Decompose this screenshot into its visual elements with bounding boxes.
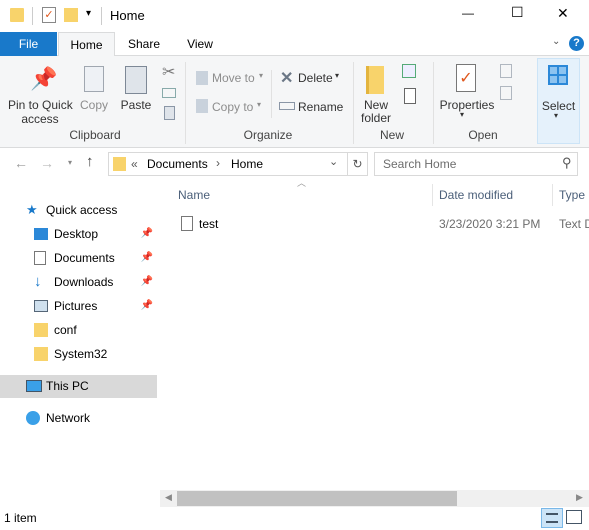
nav-system32[interactable]: System32 [0, 343, 157, 365]
text-file-icon [181, 216, 193, 231]
edit-icon[interactable] [500, 86, 512, 100]
copy-path-icon[interactable] [162, 88, 176, 98]
nav-network[interactable]: Network [0, 407, 157, 429]
move-to-button[interactable]: Move to [212, 71, 255, 85]
search-icon: ⚲ [562, 155, 572, 170]
nav-pictures[interactable]: Pictures 📌 [0, 295, 157, 317]
pin-icon: 📌 [140, 228, 153, 239]
search-input[interactable]: Search Home [374, 152, 578, 176]
address-dropdown-icon[interactable]: ⌄ [329, 155, 338, 168]
group-clipboard: Clipboard [69, 128, 121, 142]
folder-icon [34, 347, 48, 361]
pin-icon: 📌 [30, 66, 58, 91]
details-view-button[interactable] [541, 508, 563, 528]
title-bar: ✓ ▾ Home — ☐ ✕ [0, 0, 589, 32]
folder-icon [113, 157, 126, 171]
rename-button[interactable]: Rename [298, 100, 343, 114]
properties-icon: ✓ [456, 64, 476, 92]
tab-home[interactable]: Home [58, 32, 115, 57]
back-button[interactable]: ← [14, 155, 28, 171]
paste-shortcut-icon[interactable] [164, 106, 175, 120]
pictures-icon [34, 300, 48, 312]
star-icon: ★ [26, 202, 38, 217]
copy-icon [84, 66, 104, 92]
pin-icon: 📌 [140, 252, 153, 263]
breadcrumb-home[interactable]: Home [231, 157, 263, 171]
documents-icon [34, 251, 46, 265]
horizontal-scrollbar[interactable]: ◀ ▶ [160, 490, 589, 507]
file-type: Text D [559, 217, 589, 231]
tab-file[interactable]: File [0, 32, 57, 56]
column-type[interactable]: Type [559, 184, 585, 206]
nav-quick-access[interactable]: ★ Quick access [0, 199, 157, 221]
select-icon [548, 65, 568, 85]
minimize-button[interactable]: — [462, 6, 474, 20]
delete-icon: ✕ [280, 70, 294, 87]
forward-button[interactable]: → [40, 155, 54, 171]
network-icon [26, 411, 40, 425]
folder-icon [10, 8, 24, 22]
pin-icon: 📌 [140, 300, 153, 311]
scroll-left-icon[interactable]: ◀ [165, 492, 172, 503]
scrollbar-thumb[interactable] [177, 491, 457, 506]
paste-icon [125, 66, 147, 94]
breadcrumb-documents[interactable]: Documents [147, 157, 208, 171]
maximize-button[interactable]: ☐ [511, 4, 524, 21]
file-row[interactable]: test 3/23/2020 3:21 PM Text D [172, 213, 589, 235]
group-open: Open [468, 128, 498, 142]
new-folder-quick-icon[interactable] [64, 8, 78, 22]
customize-toolbar-icon[interactable]: ▾ [86, 8, 91, 19]
tab-view[interactable]: View [175, 32, 225, 56]
open-icon[interactable] [500, 64, 512, 78]
copy-to-icon [196, 99, 208, 113]
folder-icon [34, 323, 48, 337]
nav-documents[interactable]: Documents 📌 [0, 247, 157, 269]
cut-icon[interactable]: ✂ [162, 62, 175, 82]
pin-icon: 📌 [140, 276, 153, 287]
new-item-icon[interactable] [402, 64, 416, 78]
rename-icon [279, 102, 295, 110]
computer-icon [26, 380, 42, 392]
file-name: test [199, 217, 219, 231]
properties-quick-icon[interactable]: ✓ [42, 7, 56, 23]
download-icon: ↓ [34, 273, 42, 290]
navigation-pane: ★ Quick access Desktop 📌 Documents 📌 ↓ Downl… [0, 190, 158, 490]
help-icon[interactable]: ? [569, 36, 584, 51]
easy-access-icon[interactable] [404, 88, 416, 104]
up-button[interactable]: ↑ [86, 153, 94, 170]
group-new: New [379, 128, 404, 142]
nav-desktop[interactable]: Desktop 📌 [0, 223, 157, 245]
address-bar[interactable]: « Documents › Home ⌄ [108, 152, 348, 176]
expand-ribbon-icon[interactable]: ⌄ [552, 36, 560, 47]
close-button[interactable]: ✕ [557, 5, 569, 22]
delete-button[interactable]: Delete [298, 71, 333, 85]
column-name[interactable]: Name [178, 184, 432, 206]
select-button[interactable]: Select ▾ [537, 58, 580, 144]
column-date-modified[interactable]: Date modified [439, 184, 551, 206]
nav-conf[interactable]: conf [0, 319, 157, 341]
folder-icon [366, 66, 384, 94]
ribbon: 📌 Pin to Quick access Copy Paste ✂ Clipb… [0, 56, 589, 148]
move-to-icon [196, 71, 208, 85]
tab-share[interactable]: Share [119, 32, 169, 56]
scroll-right-icon[interactable]: ▶ [576, 492, 583, 503]
large-icons-view-button[interactable] [566, 510, 582, 524]
refresh-button[interactable]: ↻ [348, 152, 368, 176]
window-title: Home [110, 8, 145, 23]
ribbon-tabs: File Home Share View ⌄ ? [0, 32, 589, 57]
group-organize: Organize [243, 128, 293, 142]
nav-this-pc[interactable]: This PC [0, 375, 157, 398]
file-date: 3/23/2020 3:21 PM [439, 217, 541, 231]
recent-locations-button[interactable]: ▾ [68, 158, 72, 167]
status-item-count: 1 item [4, 511, 37, 525]
copy-to-button[interactable]: Copy to [212, 100, 253, 114]
nav-downloads[interactable]: ↓ Downloads 📌 [0, 271, 157, 293]
desktop-icon [34, 228, 48, 240]
